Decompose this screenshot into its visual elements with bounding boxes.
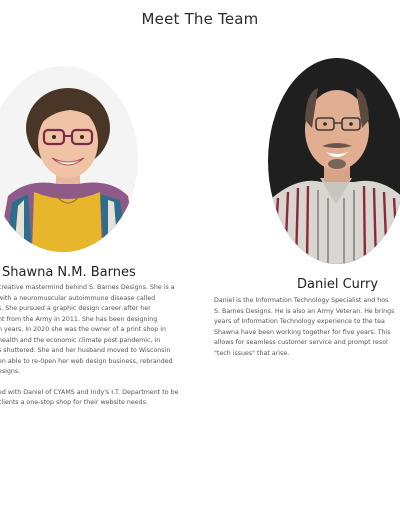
shawna-portrait [0,66,138,252]
bio-paragraph: Daniel is the Information Technology Spe… [214,297,395,357]
page-title: Meet The Team [141,10,259,28]
member-name: Shawna N.M. Barnes [2,265,136,280]
portrait-photo-icon [268,58,400,264]
member-bio: Daniel is the Information Technology Spe… [214,296,400,369]
portrait-photo-icon [0,66,138,252]
bio-paragraph: ed with Daniel of CYAMS and Indy's I.T. … [0,388,179,407]
bio-paragraph: creative mastermind behind S. Barnes Des… [0,284,175,375]
daniel-portrait [268,58,400,264]
member-name: Daniel Curry [297,277,379,292]
member-bio: creative mastermind behind S. Barnes Des… [0,283,194,419]
